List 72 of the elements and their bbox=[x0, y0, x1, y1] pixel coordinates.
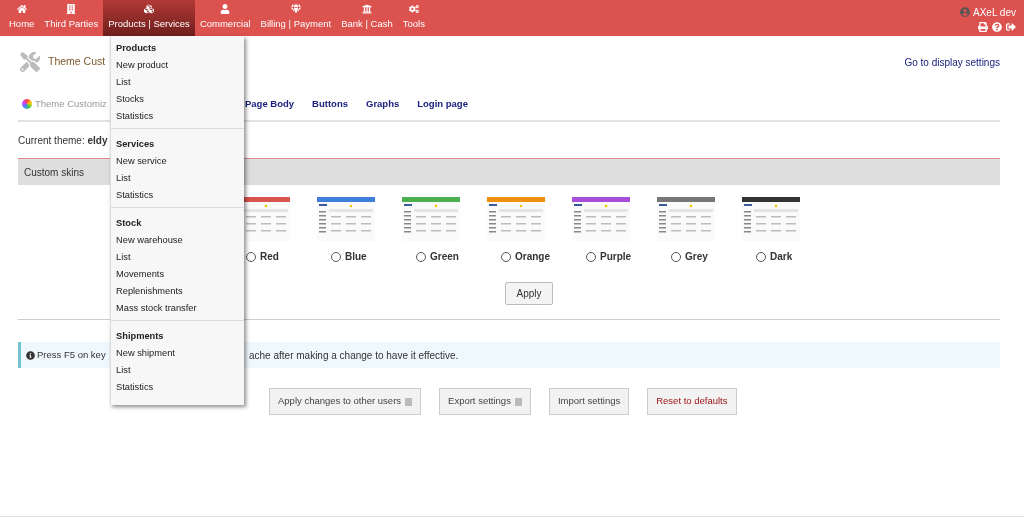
skin-label: Dark bbox=[770, 250, 793, 264]
skin-label: Purple bbox=[600, 250, 632, 264]
menu-section-title: Services bbox=[115, 138, 156, 151]
radio-button[interactable] bbox=[416, 251, 426, 262]
info-text: ache after making a change to have it effective. bbox=[249, 348, 459, 363]
color-wheel-icon bbox=[22, 99, 32, 109]
menu-item[interactable]: Statistics bbox=[111, 108, 244, 125]
skin-label: Blue bbox=[345, 250, 367, 264]
current-theme-text: Current theme: eldy bbox=[18, 133, 108, 148]
tab[interactable]: Buttons bbox=[312, 96, 348, 112]
info-icon bbox=[26, 350, 35, 360]
user-icon bbox=[220, 4, 231, 15]
info-text: Press F5 on key bbox=[37, 347, 106, 362]
action-button[interactable]: Import settings bbox=[548, 388, 630, 415]
radio-button[interactable] bbox=[586, 251, 596, 262]
menu-tab[interactable]: Billing | Payment bbox=[255, 0, 337, 36]
action-button[interactable]: Export settings bbox=[439, 388, 531, 415]
menu-tab[interactable]: Products | Services bbox=[103, 0, 195, 36]
skin-label: Green bbox=[430, 250, 459, 264]
radio-button[interactable] bbox=[246, 251, 256, 262]
menu-item[interactable]: Stocks bbox=[111, 91, 244, 108]
tab[interactable]: Page Body bbox=[245, 96, 295, 112]
tab[interactable]: Graphs bbox=[366, 96, 400, 112]
section-title: Custom skins bbox=[24, 165, 84, 180]
skin-label: Red bbox=[260, 250, 279, 264]
menu-tab[interactable]: Commercial bbox=[194, 0, 256, 36]
display-settings-link[interactable]: Go to display settings bbox=[904, 54, 1000, 70]
menu-item[interactable]: Movements bbox=[111, 266, 244, 283]
help-icon[interactable] bbox=[992, 21, 1002, 32]
radio-button[interactable] bbox=[671, 251, 681, 262]
user-name[interactable]: AXeL dev bbox=[973, 4, 1016, 20]
menu-tab[interactable]: Third Parties bbox=[39, 0, 104, 36]
menu-item[interactable]: Replenishments bbox=[111, 283, 244, 300]
action-button[interactable]: Apply changes to other users bbox=[269, 388, 422, 415]
apply-button[interactable]: Apply bbox=[505, 282, 553, 305]
menu-section-title: Stock bbox=[115, 217, 143, 230]
menu-item[interactable]: List bbox=[111, 362, 244, 379]
gears-icon bbox=[408, 4, 419, 15]
action-button[interactable]: Reset to defaults bbox=[647, 388, 737, 415]
print-icon[interactable] bbox=[978, 21, 988, 32]
menu-item[interactable]: New service bbox=[111, 153, 244, 170]
menu-item[interactable]: Mass stock transfer bbox=[111, 300, 244, 317]
home-icon bbox=[16, 4, 27, 15]
menu-item[interactable]: New shipment bbox=[111, 345, 244, 362]
menu-section-title: Products bbox=[115, 42, 158, 55]
bank-icon bbox=[361, 4, 372, 15]
skin-label: Grey bbox=[685, 250, 708, 264]
skin-label: Orange bbox=[515, 250, 550, 264]
menu-item[interactable]: List bbox=[111, 170, 244, 187]
menu-item[interactable]: List bbox=[111, 249, 244, 266]
help-icon bbox=[405, 397, 413, 406]
menu-item[interactable]: New product bbox=[111, 57, 244, 74]
diamond-icon bbox=[290, 4, 301, 15]
menu-item[interactable]: Statistics bbox=[111, 187, 244, 204]
page-title: Theme Cust bbox=[48, 54, 106, 70]
avatar-icon bbox=[960, 7, 970, 17]
menu-tab[interactable]: Home bbox=[4, 0, 40, 36]
radio-button[interactable] bbox=[331, 251, 341, 262]
menu-section-title: Shipments bbox=[115, 330, 165, 343]
logout-icon[interactable] bbox=[1006, 21, 1016, 32]
tools-icon bbox=[20, 52, 40, 72]
menu-item[interactable]: New warehouse bbox=[111, 232, 244, 249]
menu-tab[interactable]: Bank | Cash bbox=[336, 0, 398, 36]
radio-button[interactable] bbox=[756, 251, 766, 262]
menu-item[interactable]: Statistics bbox=[111, 379, 244, 396]
radio-button[interactable] bbox=[501, 251, 511, 262]
help-icon bbox=[514, 397, 522, 406]
building-icon bbox=[66, 4, 77, 15]
tab[interactable]: Login page bbox=[417, 96, 468, 112]
cubes-icon bbox=[144, 4, 155, 15]
menu-item[interactable]: List bbox=[111, 74, 244, 91]
menu-tab[interactable]: Tools bbox=[397, 0, 430, 36]
